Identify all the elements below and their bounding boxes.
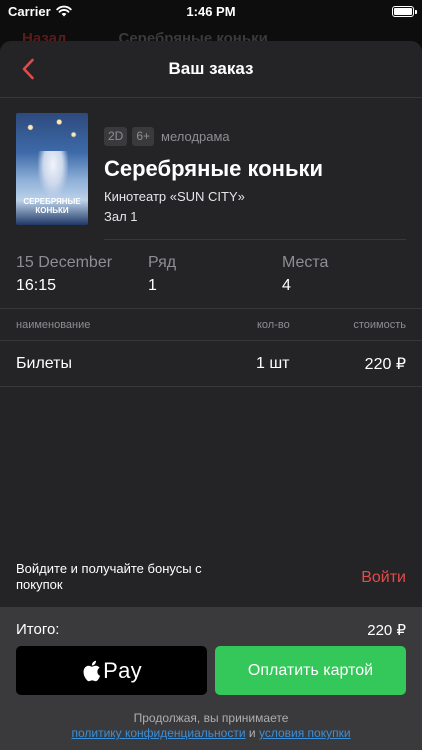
order-sheet: Ваш заказ Серебряные коньки 2D 6+ мелодр… (0, 41, 422, 750)
bonus-banner: Войдите и получайте бонусы с покупок Вой… (0, 559, 422, 601)
battery-icon (392, 5, 417, 17)
order-table-header: наименование кол-во стоимость (0, 308, 422, 341)
row-label: Ряд (148, 254, 177, 271)
page-title: Ваш заказ (168, 59, 254, 78)
row-value: 1 (148, 277, 157, 294)
apple-pay-button[interactable]: Pay (16, 646, 207, 695)
status-bar: Carrier 1:46 PM (0, 0, 422, 22)
status-left: Carrier (8, 4, 158, 19)
movie-card: Серебряные коньки 2D 6+ мелодрама Серебр… (0, 98, 422, 240)
cinema-name: Кинотеатр «SUN CITY» (104, 189, 245, 204)
header-cost: стоимость (353, 318, 406, 331)
session-datetime: 15 December 16:15 (16, 254, 112, 295)
bonus-text: Войдите и получайте бонусы с покупок (16, 561, 202, 592)
hall-name: Зал 1 (104, 209, 138, 224)
seats-value: 4 (282, 277, 291, 294)
privacy-policy-link[interactable]: политику конфиденциальности (71, 726, 245, 740)
login-link[interactable]: Войти (361, 569, 406, 587)
table-row: Билеты 1 шт 220 ₽ (0, 341, 422, 387)
poster-title: Серебряные коньки (23, 197, 81, 215)
status-time: 1:46 PM (186, 3, 236, 19)
item-cost: 220 ₽ (364, 355, 406, 373)
format-badge: 2D (104, 126, 128, 146)
carrier-label: Carrier (8, 3, 51, 19)
item-name: Билеты (16, 354, 72, 372)
header-name: наименование (16, 318, 91, 331)
terms-notice: Продолжая, вы принимаете политику конфид… (0, 711, 422, 741)
session-details: 15 December 16:15 Ряд 1 Места 4 (0, 240, 422, 308)
total-row: Итого: 220 ₽ (0, 607, 422, 645)
total-value: 220 ₽ (367, 622, 406, 639)
checkout-footer: Итого: 220 ₽ Pay Оплатить картой Продолж… (0, 607, 422, 750)
movie-tags: 2D 6+ мелодрама (104, 126, 406, 146)
back-button[interactable] (14, 55, 42, 83)
terms-prefix: Продолжая, вы принимаете (133, 711, 289, 725)
item-qty: 1 шт (256, 354, 290, 372)
header-qty: кол-во (257, 318, 290, 331)
genre-label: мелодрама (161, 128, 230, 144)
session-time: 16:15 (16, 277, 57, 294)
apple-pay-label: Pay (103, 657, 142, 683)
movie-poster[interactable]: Серебряные коньки (16, 113, 88, 225)
chevron-left-icon (22, 58, 34, 80)
pay-by-card-button[interactable]: Оплатить картой (215, 646, 406, 695)
apple-logo-icon (83, 660, 101, 681)
nav-bar: Ваш заказ (0, 41, 422, 98)
session-date: 15 December (16, 254, 113, 271)
status-right (264, 5, 417, 17)
seats-label: Места (282, 254, 329, 271)
movie-title: Серебряные коньки (104, 156, 324, 181)
session-row: Ряд 1 (148, 254, 176, 295)
total-label: Итого: (16, 621, 60, 638)
terms-links: политику конфиденциальности и условия по… (0, 726, 422, 741)
age-badge: 6+ (132, 126, 155, 146)
wifi-icon (55, 5, 72, 17)
terms-and: и (248, 726, 256, 740)
movie-info: 2D 6+ мелодрама Серебряные коньки Киноте… (104, 126, 406, 224)
session-seats: Места 4 (282, 254, 328, 295)
purchase-terms-link[interactable]: условия покупки (259, 726, 351, 740)
payment-buttons: Pay Оплатить картой (16, 646, 406, 696)
